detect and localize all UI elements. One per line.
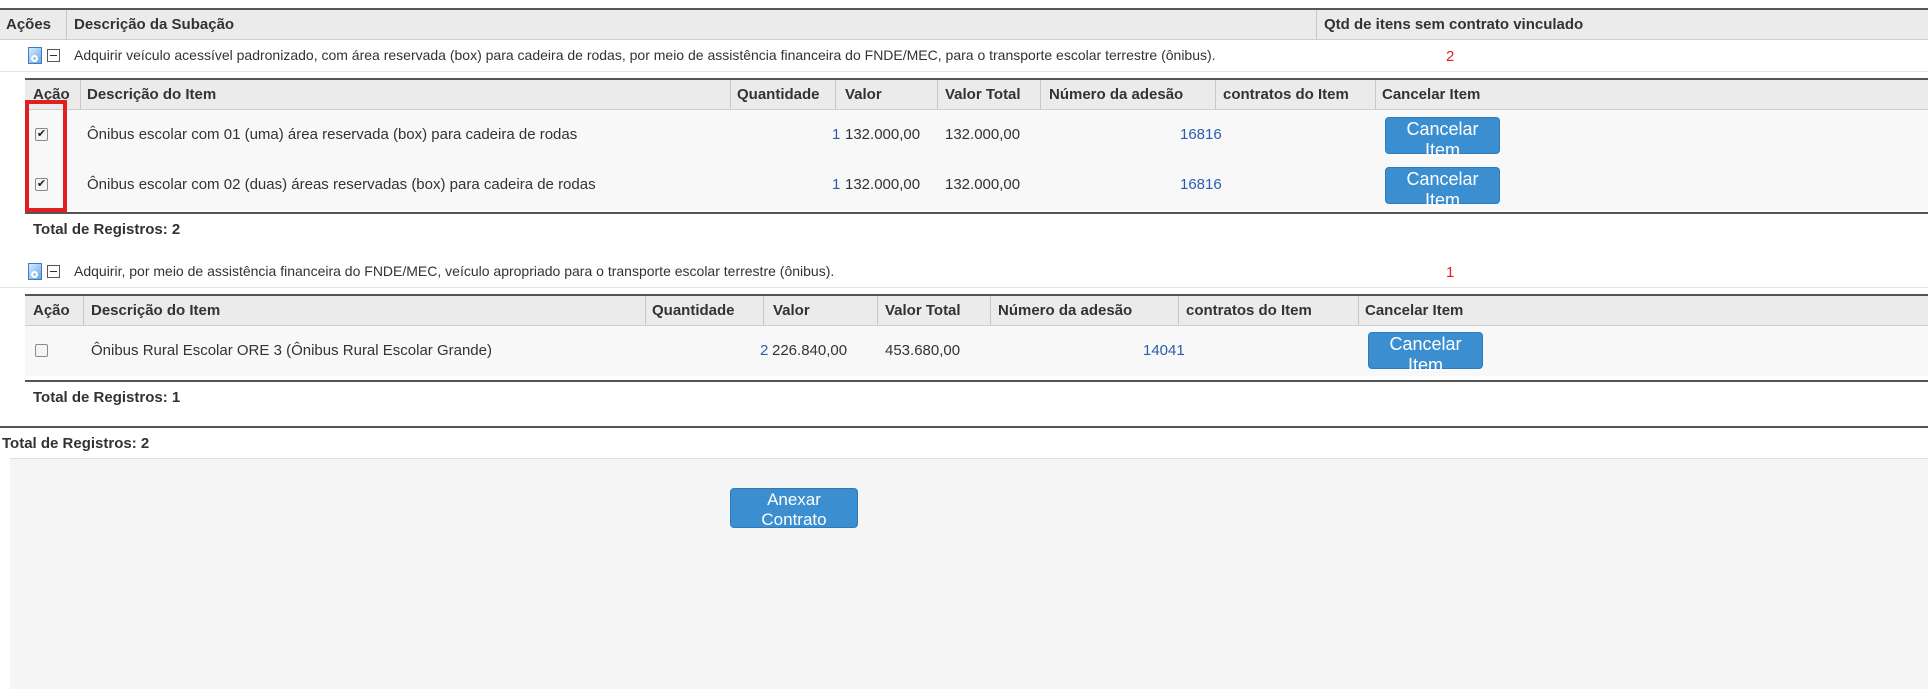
header-valor-total: Valor Total [885, 302, 961, 319]
item-total-registros: Total de Registros: 1 [25, 380, 1928, 412]
item-total-registros: Total de Registros: 2 [25, 212, 1928, 244]
header-numero-adesao: Número da adesão [998, 302, 1133, 319]
subacao-total-registros: Total de Registros: 2 [0, 426, 1928, 458]
subacao-table-header: Ações Descrição da Subação Qtd de itens … [0, 8, 1928, 40]
table-row: Ônibus Rural Escolar ORE 3 (Ônibus Rural… [25, 326, 1928, 376]
item-checkbox[interactable]: ✔ [35, 178, 48, 191]
item-checkbox[interactable] [35, 344, 48, 357]
header-valor: Valor [845, 86, 882, 103]
item-valor-total: 132.000,00 [945, 126, 1021, 143]
item-quantidade[interactable]: 1 [832, 126, 840, 143]
total-registros-label: Total de Registros: 1 [33, 389, 181, 406]
header-quantidade: Quantidade [652, 302, 735, 319]
item-valor-total: 453.680,00 [885, 342, 961, 359]
table-row: ✔ Ônibus escolar com 01 (uma) área reser… [25, 110, 1928, 160]
footer-panel: Anexar Contrato [10, 458, 1928, 689]
cancelar-item-button[interactable]: Cancelar Item [1385, 167, 1500, 210]
header-contratos-item: contratos do Item [1223, 86, 1349, 103]
item-valor: 132.000,00 [845, 176, 921, 193]
item-checkbox[interactable]: ✔ [35, 128, 48, 141]
header-cancelar-item: Cancelar Item [1365, 302, 1464, 319]
header-contratos-item: contratos do Item [1186, 302, 1312, 319]
header-descricao-item: Descrição do Item [87, 86, 217, 103]
document-search-icon[interactable] [28, 47, 42, 64]
item-numero-adesao[interactable]: 16816 [1180, 126, 1222, 143]
item-table-header: Ação Descrição do Item Quantidade Valor … [25, 294, 1928, 326]
subacao-description: Adquirir, por meio de assistência financ… [74, 263, 835, 279]
total-registros-label: Total de Registros: 2 [33, 221, 181, 238]
qtd-sem-contrato-count: 2 [1446, 48, 1455, 65]
item-description: Ônibus Rural Escolar ORE 3 (Ônibus Rural… [91, 342, 492, 359]
collapse-minus-icon[interactable] [47, 49, 60, 62]
item-valor: 132.000,00 [845, 126, 921, 143]
item-table: Ação Descrição do Item Quantidade Valor … [25, 294, 1928, 418]
header-quantidade: Quantidade [737, 86, 820, 103]
item-table: Ação Descrição do Item Quantidade Valor … [25, 78, 1928, 253]
header-cancelar-item: Cancelar Item [1382, 86, 1481, 103]
header-acao: Ação [33, 86, 70, 103]
item-table-header: Ação Descrição do Item Quantidade Valor … [25, 78, 1928, 110]
collapse-minus-icon[interactable] [47, 265, 60, 278]
header-descricao-subacao: Descrição da Subação [74, 16, 235, 33]
subacao-row: Adquirir, por meio de assistência financ… [0, 256, 1928, 288]
item-description: Ônibus escolar com 02 (duas) áreas reser… [87, 176, 596, 193]
header-numero-adesao: Número da adesão [1049, 86, 1184, 103]
header-acao: Ação [33, 302, 70, 319]
item-quantidade[interactable]: 2 [760, 342, 768, 359]
outer-total-label: Total de Registros: 2 [2, 435, 150, 452]
item-quantidade[interactable]: 1 [832, 176, 840, 193]
qtd-sem-contrato-count: 1 [1446, 264, 1455, 281]
header-descricao-item: Descrição do Item [91, 302, 221, 319]
cancelar-item-button[interactable]: Cancelar Item [1385, 117, 1500, 160]
anexar-contrato-button[interactable]: Anexar Contrato [730, 488, 858, 529]
table-row: ✔ Ônibus escolar com 02 (duas) áreas res… [25, 160, 1928, 210]
cancelar-item-button[interactable]: Cancelar Item [1368, 332, 1483, 375]
item-numero-adesao[interactable]: 16816 [1180, 176, 1222, 193]
item-numero-adesao[interactable]: 14041 [1143, 342, 1185, 359]
item-description: Ônibus escolar com 01 (uma) área reserva… [87, 126, 578, 143]
header-acoes: Ações [6, 16, 52, 33]
header-qtd-sem-contrato: Qtd de itens sem contrato vinculado [1324, 16, 1584, 33]
header-valor: Valor [773, 302, 810, 319]
document-search-icon[interactable] [28, 263, 42, 280]
header-valor-total: Valor Total [945, 86, 1021, 103]
item-valor: 226.840,00 [772, 342, 848, 359]
subacao-row: Adquirir veículo acessível padronizado, … [0, 40, 1928, 72]
subacao-description: Adquirir veículo acessível padronizado, … [74, 47, 1216, 63]
item-valor-total: 132.000,00 [945, 176, 1021, 193]
